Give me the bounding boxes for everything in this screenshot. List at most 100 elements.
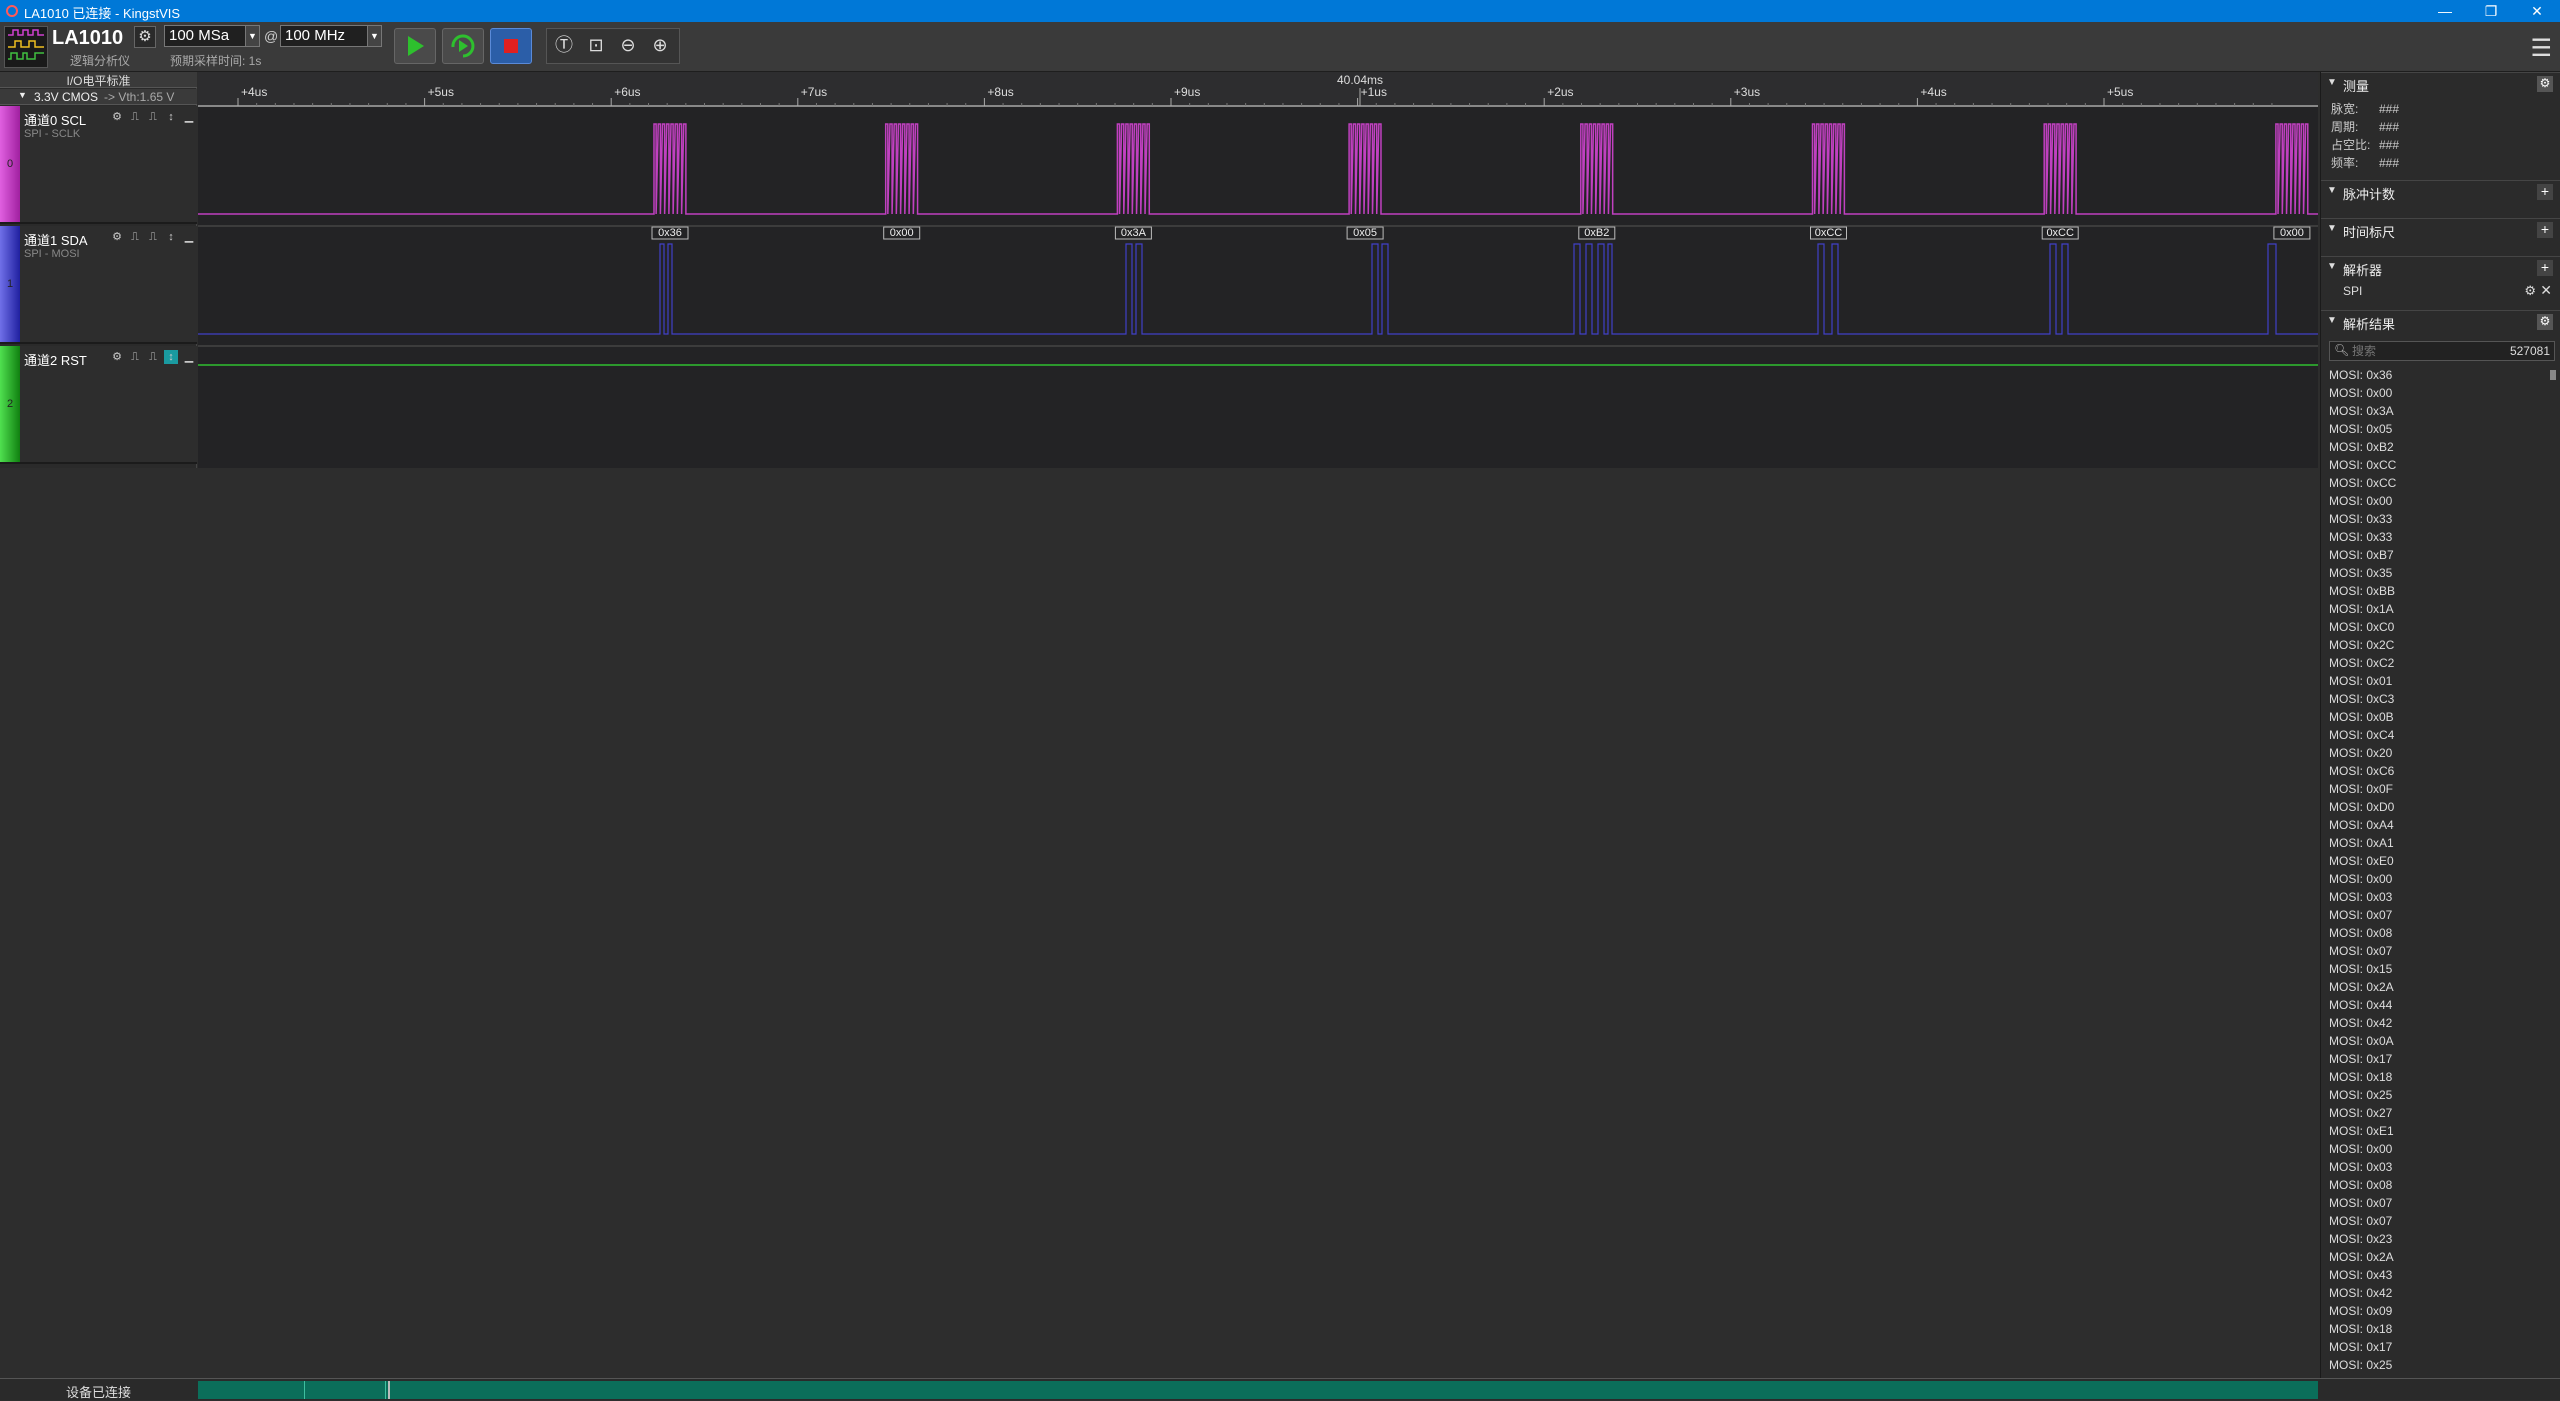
result-item[interactable]: MOSI: 0x2A [2321, 978, 2549, 996]
rising-edge-icon[interactable]: ⎍ [128, 110, 142, 124]
result-item[interactable]: MOSI: 0x23 [2321, 1230, 2549, 1248]
result-item[interactable]: MOSI: 0x25 [2321, 1356, 2549, 1374]
result-item[interactable]: MOSI: 0x17 [2321, 1050, 2549, 1068]
rising-edge-icon[interactable]: ⎍ [128, 230, 142, 244]
result-item[interactable]: MOSI: 0x1A [2321, 600, 2549, 618]
result-item[interactable]: MOSI: 0x43 [2321, 1266, 2549, 1284]
result-item[interactable]: MOSI: 0xB7 [2321, 546, 2549, 564]
result-item[interactable]: MOSI: 0x35 [2321, 564, 2549, 582]
result-item[interactable]: MOSI: 0xC6 [2321, 762, 2549, 780]
close-button[interactable]: ✕ [2514, 0, 2560, 22]
any-edge-icon[interactable]: ↕ [164, 110, 178, 124]
menu-icon[interactable]: ☰ [2530, 34, 2552, 63]
zoom-out-icon[interactable]: ⊖ [613, 29, 643, 63]
falling-edge-icon[interactable]: ⎍ [146, 110, 160, 124]
device-logo-icon[interactable] [4, 26, 48, 68]
result-item[interactable]: MOSI: 0x00 [2321, 1140, 2549, 1158]
result-item[interactable]: MOSI: 0x07 [2321, 1212, 2549, 1230]
result-item[interactable]: MOSI: 0xA4 [2321, 816, 2549, 834]
waveform-area[interactable]: +4us +5us +6us +7us +8us +9us +1us +2us +3us +4us… [198, 72, 2318, 468]
result-item[interactable]: MOSI: 0x0A [2321, 1032, 2549, 1050]
analyzer-item-spi[interactable]: SPI [2343, 284, 2362, 298]
result-item[interactable]: MOSI: 0x01 [2321, 672, 2549, 690]
result-item[interactable]: MOSI: 0xCC [2321, 456, 2549, 474]
sample-count-select[interactable]: 100 MSa ▼ [164, 25, 260, 47]
result-item[interactable]: MOSI: 0xA1 [2321, 834, 2549, 852]
result-item[interactable]: MOSI: 0x07 [2321, 1194, 2549, 1212]
result-item[interactable]: MOSI: 0x20 [2321, 744, 2549, 762]
result-item[interactable]: MOSI: 0x00 [2321, 492, 2549, 510]
results-section[interactable]: ▼ 解析结果 ⚙ [2321, 310, 2560, 332]
result-item[interactable]: MOSI: 0x17 [2321, 1338, 2549, 1356]
result-item[interactable]: MOSI: 0x2A [2321, 1248, 2549, 1266]
result-item[interactable]: MOSI: 0x44 [2321, 996, 2549, 1014]
channel-2-control[interactable]: 2 通道2 RST ⚙ ⎍ ⎍ ↕ ▁ [0, 346, 197, 464]
result-item[interactable]: MOSI: 0xBB [2321, 582, 2549, 600]
close-icon[interactable]: ✕ [2540, 282, 2552, 299]
result-item[interactable]: MOSI: 0xD0 [2321, 798, 2549, 816]
falling-edge-icon[interactable]: ⎍ [146, 230, 160, 244]
gear-icon[interactable]: ⚙ [110, 350, 124, 364]
add-icon[interactable]: + [2537, 222, 2553, 238]
any-edge-icon[interactable]: ↕ [164, 230, 178, 244]
minimize-channel-icon[interactable]: ▁ [182, 110, 196, 124]
falling-edge-icon[interactable]: ⎍ [146, 350, 160, 364]
device-settings-gear-icon[interactable]: ⚙ [134, 26, 156, 48]
result-item[interactable]: MOSI: 0xB2 [2321, 438, 2549, 456]
result-item[interactable]: MOSI: 0x05 [2321, 420, 2549, 438]
pulse-count-section[interactable]: ▼ 脉冲计数 + [2321, 180, 2560, 202]
gear-icon[interactable]: ⚙ [2524, 283, 2536, 299]
result-item[interactable]: MOSI: 0x08 [2321, 1176, 2549, 1194]
result-item[interactable]: MOSI: 0x09 [2321, 1302, 2549, 1320]
results-list[interactable]: MOSI: 0x36 MOSI: 0x00 MOSI: 0x3A MOSI: 0x05… [2321, 366, 2549, 1376]
gear-icon[interactable]: ⚙ [2537, 76, 2553, 92]
zoom-in-icon[interactable]: ⊕ [645, 29, 675, 63]
result-item[interactable]: MOSI: 0xC4 [2321, 726, 2549, 744]
cursor-t-icon[interactable]: Ⓣ [549, 29, 579, 63]
gear-icon[interactable]: ⚙ [2537, 314, 2553, 330]
result-item[interactable]: MOSI: 0x33 [2321, 510, 2549, 528]
result-item[interactable]: MOSI: 0x03 [2321, 1158, 2549, 1176]
result-item[interactable]: MOSI: 0xCC [2321, 474, 2549, 492]
gear-icon[interactable]: ⚙ [110, 230, 124, 244]
result-item[interactable]: MOSI: 0x27 [2321, 1104, 2549, 1122]
result-item[interactable]: MOSI: 0x07 [2321, 942, 2549, 960]
analyzer-section[interactable]: ▼ 解析器 + [2321, 256, 2560, 278]
minimize-button[interactable]: — [2422, 0, 2468, 22]
gear-icon[interactable]: ⚙ [110, 110, 124, 124]
result-item[interactable]: MOSI: 0x00 [2321, 384, 2549, 402]
sample-rate-select[interactable]: 100 MHz ▼ [280, 25, 382, 47]
any-edge-icon[interactable]: ↕ [164, 350, 178, 364]
navigator-cursor[interactable] [388, 1381, 390, 1399]
add-icon[interactable]: + [2537, 260, 2553, 276]
result-item[interactable]: MOSI: 0x07 [2321, 906, 2549, 924]
result-item[interactable]: MOSI: 0x33 [2321, 528, 2549, 546]
result-item[interactable]: MOSI: 0xC0 [2321, 618, 2549, 636]
results-scrollbar[interactable] [2550, 370, 2556, 380]
stop-button[interactable] [490, 28, 532, 64]
result-item[interactable]: MOSI: 0x36 [2321, 366, 2549, 384]
result-item[interactable]: MOSI: 0x18 [2321, 1068, 2549, 1086]
minimize-channel-icon[interactable]: ▁ [182, 350, 196, 364]
result-item[interactable]: MOSI: 0x42 [2321, 1014, 2549, 1032]
result-item[interactable]: MOSI: 0x18 [2321, 1320, 2549, 1338]
overview-navigator[interactable] [198, 1381, 2318, 1399]
result-item[interactable]: MOSI: 0x08 [2321, 924, 2549, 942]
start-button[interactable] [394, 28, 436, 64]
result-item[interactable]: MOSI: 0xE1 [2321, 1122, 2549, 1140]
result-item[interactable]: MOSI: 0x0F [2321, 780, 2549, 798]
result-item[interactable]: MOSI: 0x42 [2321, 1284, 2549, 1302]
result-item[interactable]: MOSI: 0x00 [2321, 870, 2549, 888]
result-item[interactable]: MOSI: 0xC2 [2321, 654, 2549, 672]
channel-0-control[interactable]: 0 通道0 SCL SPI - SCLK ⚙ ⎍ ⎍ ↕ ▁ [0, 106, 197, 224]
result-item[interactable]: MOSI: 0x25 [2321, 1086, 2549, 1104]
minimize-channel-icon[interactable]: ▁ [182, 230, 196, 244]
viewport-window[interactable] [304, 1381, 386, 1399]
time-ruler-section[interactable]: ▼ 时间标尺 + [2321, 218, 2560, 240]
result-item[interactable]: MOSI: 0xC3 [2321, 690, 2549, 708]
result-item[interactable]: MOSI: 0x3A [2321, 402, 2549, 420]
result-item[interactable]: MOSI: 0x15 [2321, 960, 2549, 978]
zoom-fit-icon[interactable]: ⊡ [581, 29, 611, 63]
result-item[interactable]: MOSI: 0x2C [2321, 636, 2549, 654]
add-icon[interactable]: + [2537, 184, 2553, 200]
